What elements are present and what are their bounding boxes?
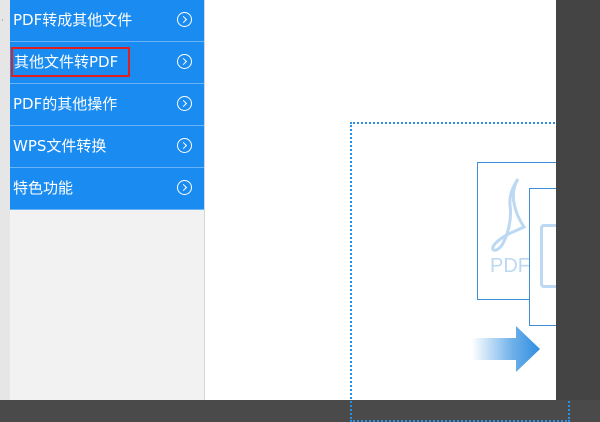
sidebar-item-label: WPS文件转换 xyxy=(13,137,107,155)
sidebar-item-pdf-other-ops[interactable]: PDF的其他操作 xyxy=(10,84,204,126)
chevron-right-circle-icon[interactable] xyxy=(177,54,192,69)
pdf-label: PDF xyxy=(490,255,530,277)
sidebar-item-special-features[interactable]: 特色功能 xyxy=(10,168,204,210)
sidebar-item-label: PDF转成其他文件 xyxy=(13,11,133,29)
sidebar-item-label: 特色功能 xyxy=(13,179,74,197)
left-window-edge: · xyxy=(0,0,10,400)
edge-glyph: · xyxy=(1,16,4,26)
sidebar-item-wps-convert[interactable]: WPS文件转换 xyxy=(10,126,204,168)
chevron-right-circle-icon[interactable] xyxy=(177,180,192,195)
right-window-edge xyxy=(556,0,600,400)
chevron-right-circle-icon[interactable] xyxy=(177,96,192,111)
chevron-right-circle-icon[interactable] xyxy=(177,138,192,153)
sidebar-item-other-to-pdf[interactable]: 其他文件转PDF xyxy=(10,42,204,84)
sidebar-item-label: PDF的其他操作 xyxy=(13,95,118,113)
pdf-logo-icon xyxy=(491,178,527,252)
sidebar-item-label: 其他文件转PDF xyxy=(10,47,131,77)
arrow-right-icon xyxy=(472,326,540,372)
sidebar: PDF转成其他文件 其他文件转PDF PDF的其他操作 WPS文件转换 特色功能 xyxy=(10,0,205,400)
sidebar-item-pdf-to-other[interactable]: PDF转成其他文件 xyxy=(10,0,204,42)
chevron-right-circle-icon[interactable] xyxy=(177,12,192,27)
